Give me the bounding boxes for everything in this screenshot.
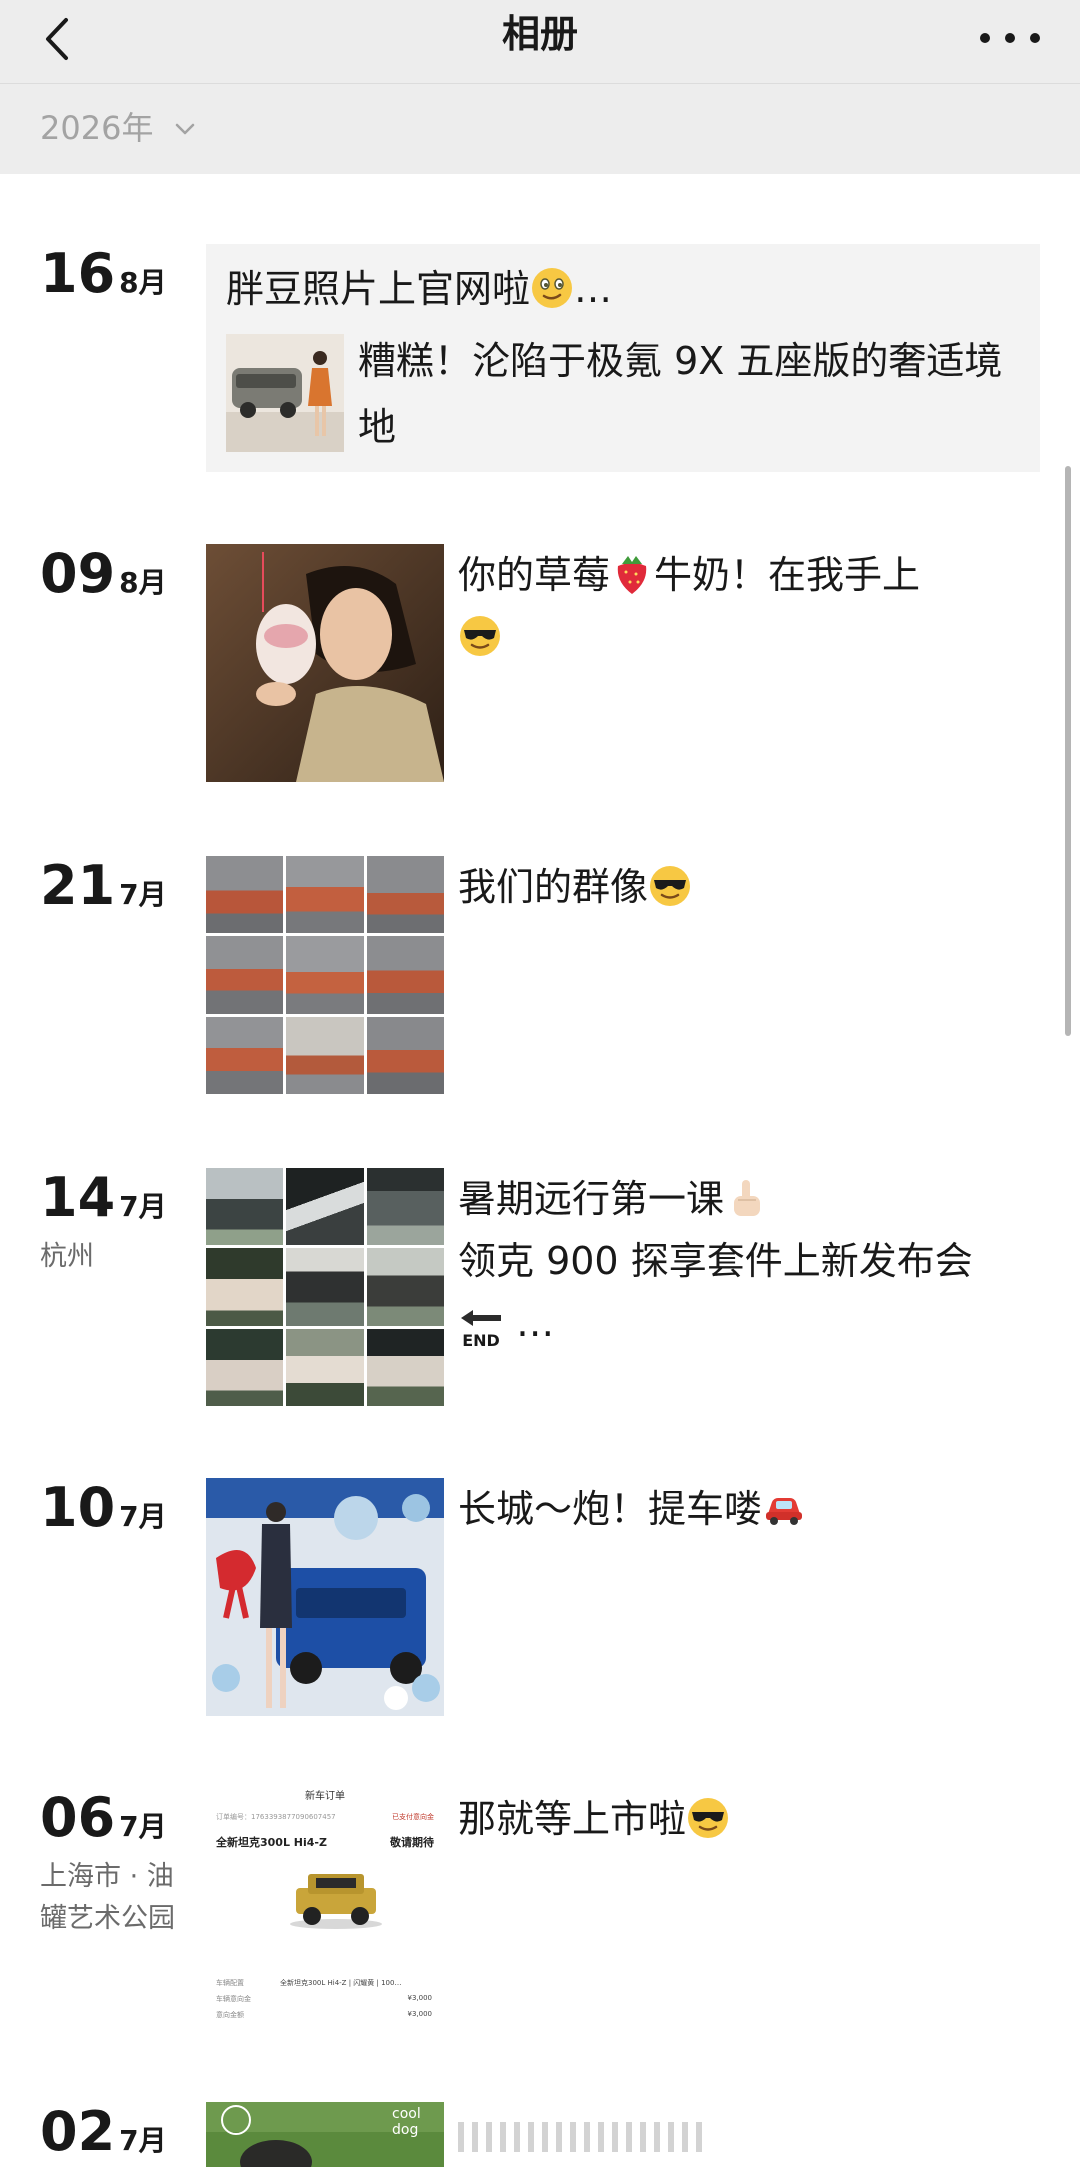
order-status: 已支付意向金 [392, 1813, 434, 1821]
post-caption: 长城～炮！提车喽 [458, 1478, 1038, 1540]
entry-day: 16 [40, 242, 116, 305]
order-row-label: 车辆配置 [216, 1979, 244, 1987]
order-screenshot-thumbnail[interactable]: 新车订单 订单编号：1763393877090607457 已支付意向金 全新坦… [206, 1788, 444, 2026]
post-caption: 那就等上市啦 [458, 1788, 1038, 1850]
entry-date: 16 8月 [40, 244, 167, 304]
end-arrow-icon: END [458, 1308, 504, 1350]
shared-article-text: 糟糕！沦陷于极氪 9X 五座版的奢适境地 [358, 339, 1003, 449]
shared-article-title: 胖豆照片上官网啦… [226, 267, 613, 311]
order-row-label: 意向金额 [216, 2011, 244, 2019]
entry-date: 14 7月 [40, 1168, 167, 1228]
order-number: 订单编号：1763393877090607457 [216, 1813, 336, 1821]
entry-date: 09 8月 [40, 544, 167, 604]
sunglasses-face-emoji-icon [650, 866, 691, 906]
shared-article-card[interactable]: 胖豆照片上官网啦… 糟糕！沦陷于极氪 9X 五座版的奢适境地 [206, 244, 1040, 472]
entry-month: 7月 [119, 1500, 167, 1533]
post-photo-thumbnail[interactable] [206, 1478, 444, 1716]
top-nav-bar: 相册 [0, 0, 1080, 84]
entry-month: 7月 [119, 1190, 167, 1223]
entry-day: 10 [40, 1476, 116, 1539]
suv-image [290, 1874, 382, 1929]
post-photo-thumbnail[interactable]: cool dog [206, 2102, 444, 2167]
entry-day: 09 [40, 542, 116, 605]
post-photo-thumbnail[interactable] [206, 544, 444, 782]
shared-article-thumbnail [226, 334, 344, 452]
entry-month: 7月 [119, 1810, 167, 1843]
order-header: 新车订单 [305, 1791, 345, 1802]
order-row-value: 全新坦克300L Hi4-Z | 闪耀黄 | 100… [280, 1979, 402, 1987]
entry-date: 10 7月 [40, 1478, 167, 1538]
post-photo-grid-thumbnail[interactable] [206, 856, 444, 1094]
post-photo-grid-thumbnail[interactable] [206, 1168, 444, 1406]
post-caption: 你的草莓 牛奶！在我手上 [458, 544, 1038, 668]
thumbnail-overlay-text: cool dog [392, 2106, 421, 2138]
entry-date: 06 7月 [40, 1788, 167, 1848]
more-options-icon[interactable] [980, 18, 1040, 58]
order-row-value: ¥3,000 [407, 2010, 433, 2018]
post-caption: 暑期远行第一课 领克 900 探享套件上新发布会 END … [458, 1177, 973, 1350]
entry-date: 21 7月 [40, 856, 167, 916]
entry-day: 06 [40, 1786, 116, 1849]
entry-month: 7月 [119, 878, 167, 911]
order-model: 全新坦克300L Hi4-Z [216, 1836, 327, 1849]
year-filter-label[interactable]: 2026年 [40, 106, 153, 150]
chevron-down-icon[interactable] [174, 118, 196, 140]
sunglasses-face-emoji-icon [688, 1798, 729, 1838]
strawberry-emoji-icon [617, 556, 647, 594]
red-car-emoji-icon [766, 1498, 803, 1525]
entry-day: 21 [40, 854, 116, 917]
entry-month: 8月 [119, 266, 167, 299]
year-filter-bar: 2026年 [0, 84, 1080, 174]
entry-location[interactable]: 杭州 [40, 1236, 190, 1278]
entry-location[interactable]: 上海市 · 油罐艺术公园 [40, 1856, 190, 1940]
sunglasses-face-emoji-icon [460, 616, 500, 656]
entry-month: 8月 [119, 566, 167, 599]
entry-day: 14 [40, 1166, 116, 1229]
order-delivery: 敬请期待 [390, 1836, 434, 1849]
entry-date: 02 7月 [40, 2102, 167, 2162]
order-row-value: ¥3,000 [407, 1994, 433, 2002]
order-row-label: 车辆意向金 [216, 1995, 251, 2003]
post-caption: 我们的群像 [458, 856, 1038, 918]
entry-month: 7月 [119, 2124, 167, 2157]
entry-day: 02 [40, 2100, 116, 2163]
pointing-up-emoji-icon [734, 1180, 761, 1216]
page-title: 相册 [501, 12, 578, 56]
post-caption-redacted [458, 2122, 708, 2152]
scrollbar[interactable] [1065, 466, 1071, 1036]
drooling-face-emoji-icon [532, 268, 573, 308]
